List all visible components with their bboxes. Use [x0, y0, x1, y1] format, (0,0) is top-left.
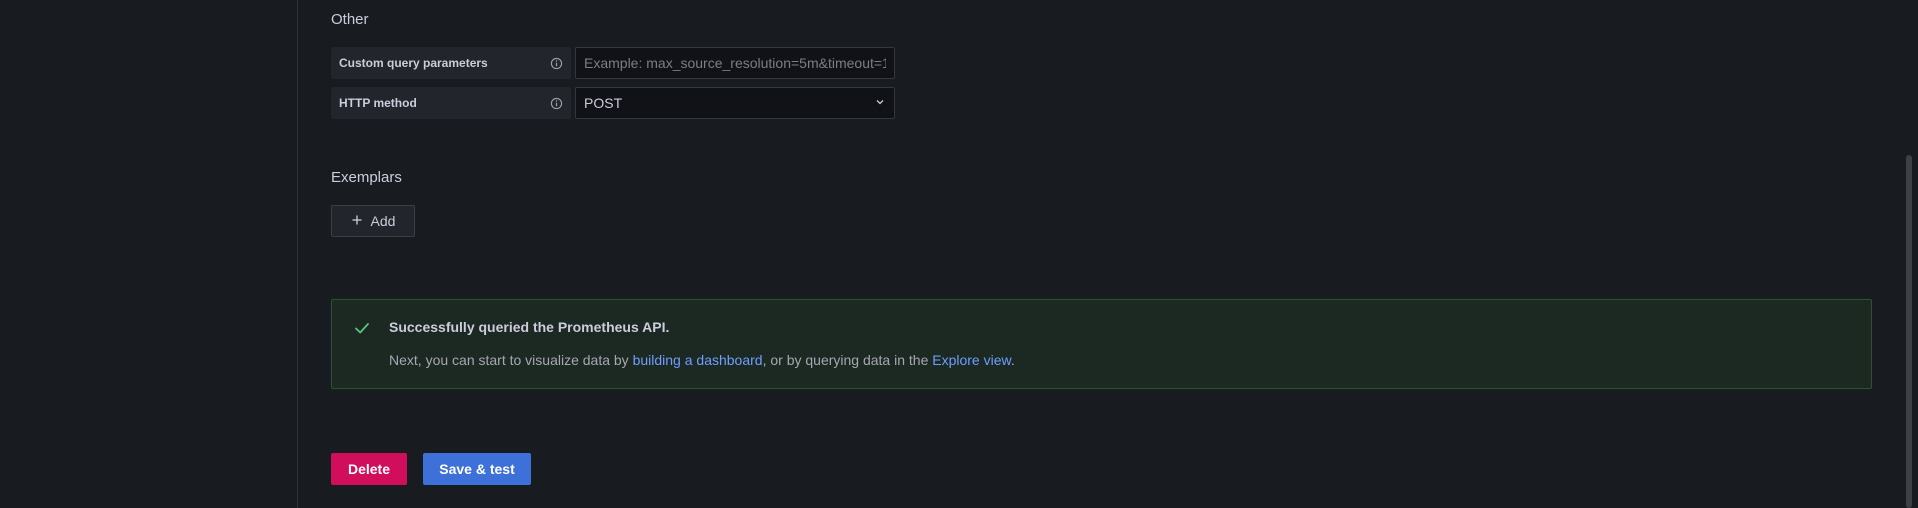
http-method-label: HTTP method [331, 87, 571, 119]
add-exemplar-label: Add [370, 213, 396, 229]
http-method-select[interactable]: POST [575, 87, 895, 119]
alert-title: Successfully queried the Prometheus API. [389, 319, 670, 335]
http-method-row: HTTP method POST [331, 87, 895, 119]
save-and-test-button[interactable]: Save & test [423, 453, 531, 485]
left-navigation-panel [0, 0, 298, 508]
custom-query-parameters-label: Custom query parameters [331, 47, 571, 79]
scrollbar-track[interactable] [1900, 0, 1918, 508]
custom-query-parameters-label-text: Custom query parameters [339, 56, 488, 70]
alert-body-prefix: Next, you can start to visualize data by [389, 352, 633, 368]
info-circle-icon[interactable] [549, 56, 563, 70]
section-title-other: Other [331, 11, 369, 28]
add-exemplar-button[interactable]: Add [331, 205, 415, 237]
alert-body-suffix: . [1010, 352, 1015, 368]
section-title-exemplars: Exemplars [331, 169, 402, 186]
building-dashboard-link[interactable]: building a dashboard [633, 352, 763, 368]
alert-body-middle: , or by querying data in the [762, 352, 933, 368]
custom-query-parameters-row: Custom query parameters [331, 47, 895, 79]
chevron-down-icon [874, 95, 886, 111]
scrollbar-thumb[interactable] [1906, 155, 1912, 508]
explore-view-link[interactable]: Explore view [932, 352, 1011, 368]
plus-icon [351, 213, 363, 229]
info-circle-icon[interactable] [549, 96, 563, 110]
check-icon [352, 318, 372, 338]
http-method-label-text: HTTP method [339, 96, 417, 110]
custom-query-parameters-input[interactable] [575, 47, 895, 79]
delete-button[interactable]: Delete [331, 453, 407, 485]
alert-body: Next, you can start to visualize data by… [389, 352, 1015, 368]
success-alert: Successfully queried the Prometheus API.… [331, 299, 1872, 389]
http-method-selected-value: POST [584, 95, 623, 111]
